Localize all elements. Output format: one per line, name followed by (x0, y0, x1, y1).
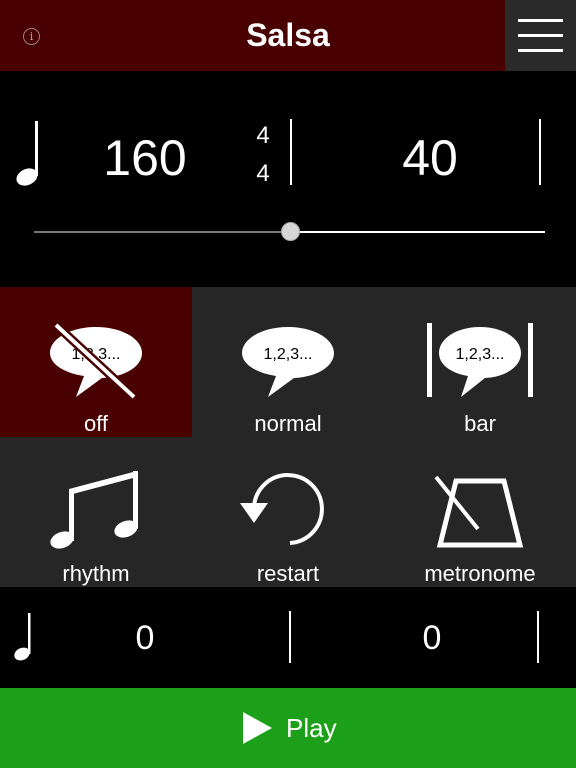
metronome-icon (434, 475, 524, 548)
hamburger-line (518, 19, 563, 22)
count-bar-icon: 1,2,3... (427, 323, 533, 397)
bpm-value[interactable]: 160 (95, 129, 195, 187)
time-signature-bottom[interactable]: 4 (248, 160, 278, 188)
mode-bar-button[interactable]: 1,2,3... bar (384, 287, 576, 437)
slider-knob[interactable] (280, 222, 300, 241)
metronome-button[interactable]: metronome (384, 437, 576, 587)
slider-track-right (290, 231, 545, 233)
mode-off-button[interactable]: 1,2,3... off (0, 287, 192, 437)
quarter-note-icon (16, 121, 38, 186)
hamburger-line (518, 34, 563, 37)
mode-label: rhythm (62, 561, 130, 586)
play-button[interactable]: Play (0, 688, 576, 768)
divider (537, 611, 539, 663)
header-bar: i Salsa (0, 0, 576, 71)
tempo-right-value[interactable]: 40 (380, 129, 480, 187)
mode-rhythm-button[interactable]: rhythm (0, 437, 192, 587)
slider-track-left (34, 231, 290, 233)
hamburger-line (518, 49, 563, 52)
divider (290, 119, 292, 185)
time-signature-top[interactable]: 4 (248, 122, 278, 150)
mode-label: bar (464, 411, 496, 436)
mode-grid: 1,2,3... off 1,2,3... normal 1,2,3... ba… (0, 287, 576, 587)
tempo-panel: 160 4 4 40 (0, 71, 576, 287)
bubble-text: 1,2,3... (456, 346, 505, 363)
music-notes-icon (50, 471, 138, 549)
bubble-text: 1,2,3... (264, 346, 313, 363)
mode-label: metronome (424, 561, 536, 586)
play-label: Play (286, 713, 337, 743)
mode-label: normal (254, 411, 322, 436)
quarter-note-icon (14, 613, 31, 661)
beat-counter: 0 (135, 619, 155, 657)
mode-label: restart (256, 561, 320, 586)
restart-icon (240, 473, 324, 545)
menu-button[interactable] (505, 0, 576, 71)
mode-normal-button[interactable]: 1,2,3... normal (192, 287, 384, 437)
play-icon (243, 712, 272, 744)
count-normal-icon: 1,2,3... (242, 327, 334, 397)
count-off-icon: 1,2,3... (50, 321, 142, 401)
restart-button[interactable]: restart (192, 437, 384, 587)
mode-label: off (83, 411, 109, 436)
page-title: Salsa (246, 17, 330, 53)
counter-panel: 0 0 (0, 587, 576, 688)
divider (289, 611, 291, 663)
divider (539, 119, 541, 185)
bar-counter: 0 (422, 619, 442, 657)
tempo-slider[interactable] (34, 222, 545, 241)
